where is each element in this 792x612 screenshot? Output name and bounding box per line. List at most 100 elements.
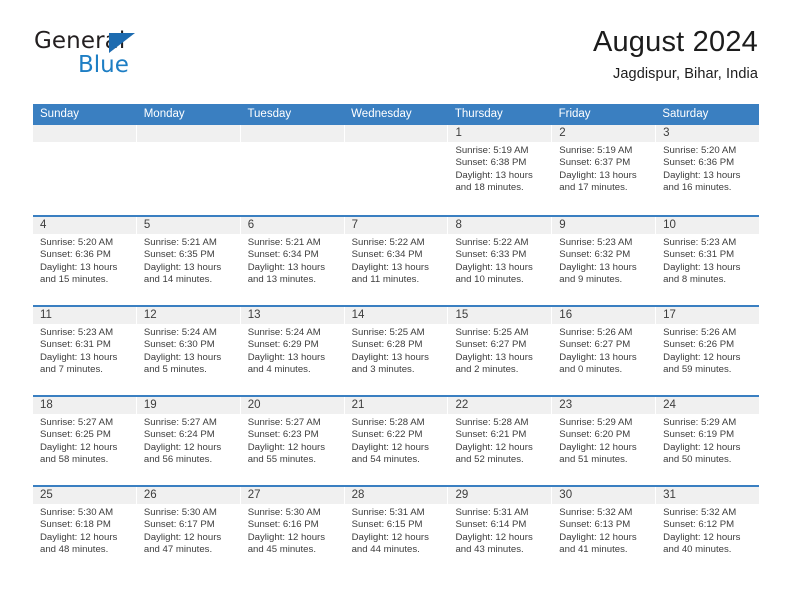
day-number: 2 bbox=[552, 125, 656, 142]
calendar-week-row: 1 Sunrise: 5:19 AM Sunset: 6:38 PM Daylight… bbox=[33, 125, 760, 215]
sunrise-text: Sunrise: 5:19 AM bbox=[455, 145, 529, 156]
sunset-text: Sunset: 6:34 PM bbox=[247, 249, 319, 261]
sunset-text: Sunset: 6:25 PM bbox=[40, 429, 111, 441]
page-title: August 2024 bbox=[592, 26, 758, 58]
day-details: Sunrise: 5:27 AM Sunset: 6:25 PM Daylight:… bbox=[33, 414, 136, 467]
day-number: 17 bbox=[656, 307, 760, 324]
calendar-day-cell[interactable]: 16 Sunrise: 5:26 AM Sunset: 6:27 PM Dayligh… bbox=[552, 307, 657, 395]
calendar-day-cell[interactable]: 27 Sunrise: 5:30 AM Sunset: 6:16 PM Dayligh… bbox=[240, 487, 345, 575]
day-number: 15 bbox=[448, 307, 552, 324]
blue-triangle-icon bbox=[109, 33, 135, 53]
daylight-text: Daylight: 12 hours and 40 minutes. bbox=[663, 531, 741, 556]
daylight-text: Daylight: 12 hours and 45 minutes. bbox=[247, 531, 326, 556]
calendar-day-cell[interactable]: 10 Sunrise: 5:23 AM Sunset: 6:31 PM Dayligh… bbox=[656, 217, 760, 305]
sunset-text: Sunset: 6:24 PM bbox=[143, 429, 215, 441]
page-subtitle: Jagdispur, Bihar, India bbox=[613, 66, 758, 83]
calendar-day-cell[interactable]: 12 Sunrise: 5:24 AM Sunset: 6:30 PM Dayligh… bbox=[136, 307, 241, 395]
calendar-day-cell[interactable]: 7 Sunrise: 5:22 AM Sunset: 6:34 PM Daylight… bbox=[344, 217, 449, 305]
calendar-day-cell[interactable]: 1 Sunrise: 5:19 AM Sunset: 6:38 PM Daylight… bbox=[448, 125, 553, 215]
calendar-day-cell[interactable]: 4 Sunrise: 5:20 AM Sunset: 6:36 PM Daylight… bbox=[33, 217, 137, 305]
calendar-day-cell[interactable]: 25 Sunrise: 5:30 AM Sunset: 6:18 PM Dayligh… bbox=[33, 487, 137, 575]
day-number: 28 bbox=[344, 487, 448, 504]
calendar-day-cell[interactable]: 29 Sunrise: 5:31 AM Sunset: 6:14 PM Dayligh… bbox=[448, 487, 553, 575]
logo-text-blue: Blue bbox=[78, 52, 129, 78]
day-details: Sunrise: 5:23 AM Sunset: 6:32 PM Daylight:… bbox=[552, 234, 655, 287]
weekday-header-thursday: Thursday bbox=[454, 108, 503, 120]
sunset-text: Sunset: 6:28 PM bbox=[351, 339, 423, 351]
calendar-day-cell[interactable]: 31 Sunrise: 5:32 AM Sunset: 6:12 PM Dayligh… bbox=[656, 487, 760, 575]
sunset-text: Sunset: 6:23 PM bbox=[247, 429, 319, 441]
daylight-text: Daylight: 12 hours and 56 minutes. bbox=[143, 441, 222, 466]
calendar-week-row: 4 Sunrise: 5:20 AM Sunset: 6:36 PM Daylight… bbox=[33, 215, 760, 305]
daylight-text: Daylight: 12 hours and 59 minutes. bbox=[663, 351, 741, 376]
sunrise-text: Sunrise: 5:20 AM bbox=[40, 237, 114, 248]
day-number: 20 bbox=[240, 397, 344, 414]
daylight-text: Daylight: 12 hours and 47 minutes. bbox=[143, 531, 222, 556]
sunset-text: Sunset: 6:12 PM bbox=[663, 519, 735, 531]
calendar-day-cell[interactable]: 9 Sunrise: 5:23 AM Sunset: 6:32 PM Daylight… bbox=[552, 217, 657, 305]
title-block: August 2024 Jagdispur, Bihar, India bbox=[593, 26, 758, 82]
sunset-text: Sunset: 6:35 PM bbox=[143, 249, 215, 261]
calendar-day-cell[interactable]: 28 Sunrise: 5:31 AM Sunset: 6:15 PM Dayligh… bbox=[344, 487, 449, 575]
day-number: 5 bbox=[136, 217, 240, 234]
daylight-text: Daylight: 12 hours and 52 minutes. bbox=[455, 441, 533, 466]
calendar-day-cell[interactable]: 19 Sunrise: 5:27 AM Sunset: 6:24 PM Dayligh… bbox=[136, 397, 241, 485]
sunset-text: Sunset: 6:36 PM bbox=[663, 157, 735, 169]
sunset-text: Sunset: 6:13 PM bbox=[559, 519, 631, 531]
calendar-day-cell[interactable]: 6 Sunrise: 5:21 AM Sunset: 6:34 PM Daylight… bbox=[240, 217, 345, 305]
calendar-day-cell[interactable]: 13 Sunrise: 5:24 AM Sunset: 6:29 PM Dayligh… bbox=[240, 307, 345, 395]
day-number: 6 bbox=[240, 217, 344, 234]
calendar-day-cell-empty[interactable] bbox=[240, 125, 345, 215]
daylight-text: Daylight: 13 hours and 2 minutes. bbox=[455, 351, 533, 376]
daylight-text: Daylight: 13 hours and 3 minutes. bbox=[351, 351, 429, 376]
sunrise-text: Sunrise: 5:29 AM bbox=[559, 417, 633, 428]
day-details: Sunrise: 5:25 AM Sunset: 6:27 PM Daylight:… bbox=[448, 324, 551, 377]
sunset-text: Sunset: 6:14 PM bbox=[455, 519, 527, 531]
day-details: Sunrise: 5:29 AM Sunset: 6:19 PM Daylight:… bbox=[656, 414, 759, 467]
calendar-day-cell[interactable]: 26 Sunrise: 5:30 AM Sunset: 6:17 PM Dayligh… bbox=[136, 487, 241, 575]
calendar-day-cell[interactable]: 15 Sunrise: 5:25 AM Sunset: 6:27 PM Dayligh… bbox=[448, 307, 553, 395]
day-details: Sunrise: 5:27 AM Sunset: 6:23 PM Daylight:… bbox=[241, 414, 344, 467]
daylight-text: Daylight: 13 hours and 13 minutes. bbox=[247, 261, 326, 286]
day-number: 1 bbox=[448, 125, 552, 142]
day-details: Sunrise: 5:31 AM Sunset: 6:15 PM Daylight:… bbox=[345, 504, 448, 557]
sunrise-text: Sunrise: 5:31 AM bbox=[455, 507, 529, 518]
calendar-day-cell-empty[interactable] bbox=[136, 125, 241, 215]
day-number: 29 bbox=[448, 487, 552, 504]
calendar-day-cell[interactable]: 18 Sunrise: 5:27 AM Sunset: 6:25 PM Dayligh… bbox=[33, 397, 137, 485]
calendar-day-cell[interactable]: 5 Sunrise: 5:21 AM Sunset: 6:35 PM Daylight… bbox=[136, 217, 241, 305]
calendar-day-cell[interactable]: 24 Sunrise: 5:29 AM Sunset: 6:19 PM Dayligh… bbox=[656, 397, 760, 485]
calendar-day-cell[interactable]: 2 Sunrise: 5:19 AM Sunset: 6:37 PM Daylight… bbox=[552, 125, 657, 215]
day-details: Sunrise: 5:32 AM Sunset: 6:12 PM Daylight:… bbox=[656, 504, 759, 557]
daylight-text: Daylight: 12 hours and 51 minutes. bbox=[559, 441, 637, 466]
generalblue-logo: General Blue bbox=[34, 30, 169, 80]
calendar-day-cell-empty[interactable] bbox=[344, 125, 449, 215]
calendar-day-cell[interactable]: 3 Sunrise: 5:20 AM Sunset: 6:36 PM Daylight… bbox=[656, 125, 760, 215]
weekday-header-row: Sunday Monday Tuesday Wednesday Thursday… bbox=[33, 104, 759, 125]
day-details: Sunrise: 5:25 AM Sunset: 6:28 PM Daylight:… bbox=[345, 324, 448, 377]
sunset-text: Sunset: 6:26 PM bbox=[663, 339, 735, 351]
day-details: Sunrise: 5:21 AM Sunset: 6:35 PM Daylight:… bbox=[137, 234, 240, 287]
sunrise-text: Sunrise: 5:28 AM bbox=[455, 417, 529, 428]
calendar-day-cell[interactable]: 11 Sunrise: 5:23 AM Sunset: 6:31 PM Dayligh… bbox=[33, 307, 137, 395]
day-number: 19 bbox=[136, 397, 240, 414]
calendar-day-cell[interactable]: 8 Sunrise: 5:22 AM Sunset: 6:33 PM Daylight… bbox=[448, 217, 553, 305]
sunset-text: Sunset: 6:27 PM bbox=[559, 339, 631, 351]
calendar-day-cell[interactable]: 22 Sunrise: 5:28 AM Sunset: 6:21 PM Dayligh… bbox=[448, 397, 553, 485]
sunrise-text: Sunrise: 5:32 AM bbox=[663, 507, 737, 518]
sunrise-text: Sunrise: 5:31 AM bbox=[351, 507, 425, 518]
calendar-day-cell[interactable]: 17 Sunrise: 5:26 AM Sunset: 6:26 PM Dayligh… bbox=[656, 307, 760, 395]
day-number: 3 bbox=[656, 125, 760, 142]
sunset-text: Sunset: 6:15 PM bbox=[351, 519, 423, 531]
calendar-day-cell[interactable]: 20 Sunrise: 5:27 AM Sunset: 6:23 PM Dayligh… bbox=[240, 397, 345, 485]
daylight-text: Daylight: 12 hours and 58 minutes. bbox=[40, 441, 118, 466]
day-number: 8 bbox=[448, 217, 552, 234]
calendar-day-cell[interactable]: 30 Sunrise: 5:32 AM Sunset: 6:13 PM Dayligh… bbox=[552, 487, 657, 575]
calendar-day-cell[interactable]: 14 Sunrise: 5:25 AM Sunset: 6:28 PM Dayligh… bbox=[344, 307, 449, 395]
day-number: 21 bbox=[344, 397, 448, 414]
sunrise-text: Sunrise: 5:27 AM bbox=[247, 417, 321, 428]
calendar-day-cell[interactable]: 21 Sunrise: 5:28 AM Sunset: 6:22 PM Dayligh… bbox=[344, 397, 449, 485]
sunset-text: Sunset: 6:36 PM bbox=[40, 249, 111, 261]
calendar-day-cell[interactable]: 23 Sunrise: 5:29 AM Sunset: 6:20 PM Dayligh… bbox=[552, 397, 657, 485]
calendar-day-cell-empty[interactable] bbox=[33, 125, 137, 215]
